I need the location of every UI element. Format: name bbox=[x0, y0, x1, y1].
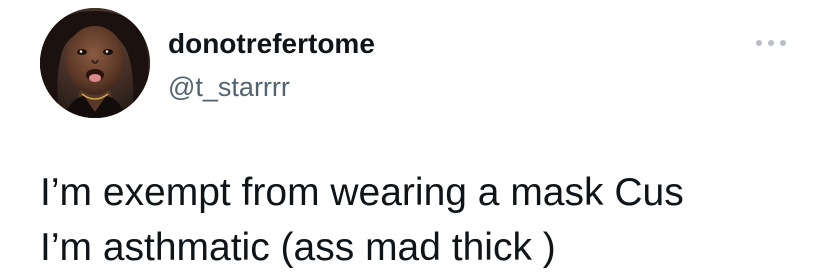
avatar[interactable] bbox=[40, 8, 150, 118]
user-handle[interactable]: @t_starrrr bbox=[168, 71, 290, 103]
tweet-text-line: I’m asthmatic (ass mad thick ) bbox=[40, 226, 556, 269]
tweet-text: I’m exempt from wearing a mask Cus I’m a… bbox=[40, 165, 810, 275]
more-options-button[interactable] bbox=[751, 31, 791, 55]
tweet-text-line: I’m exempt from wearing a mask Cus bbox=[40, 171, 684, 214]
display-name[interactable]: donotrefertome bbox=[168, 27, 375, 61]
tweet-card: donotrefertome @t_starrrr I’m exempt fro… bbox=[0, 0, 827, 275]
more-options-icon bbox=[756, 40, 786, 46]
avatar-image bbox=[40, 8, 150, 118]
